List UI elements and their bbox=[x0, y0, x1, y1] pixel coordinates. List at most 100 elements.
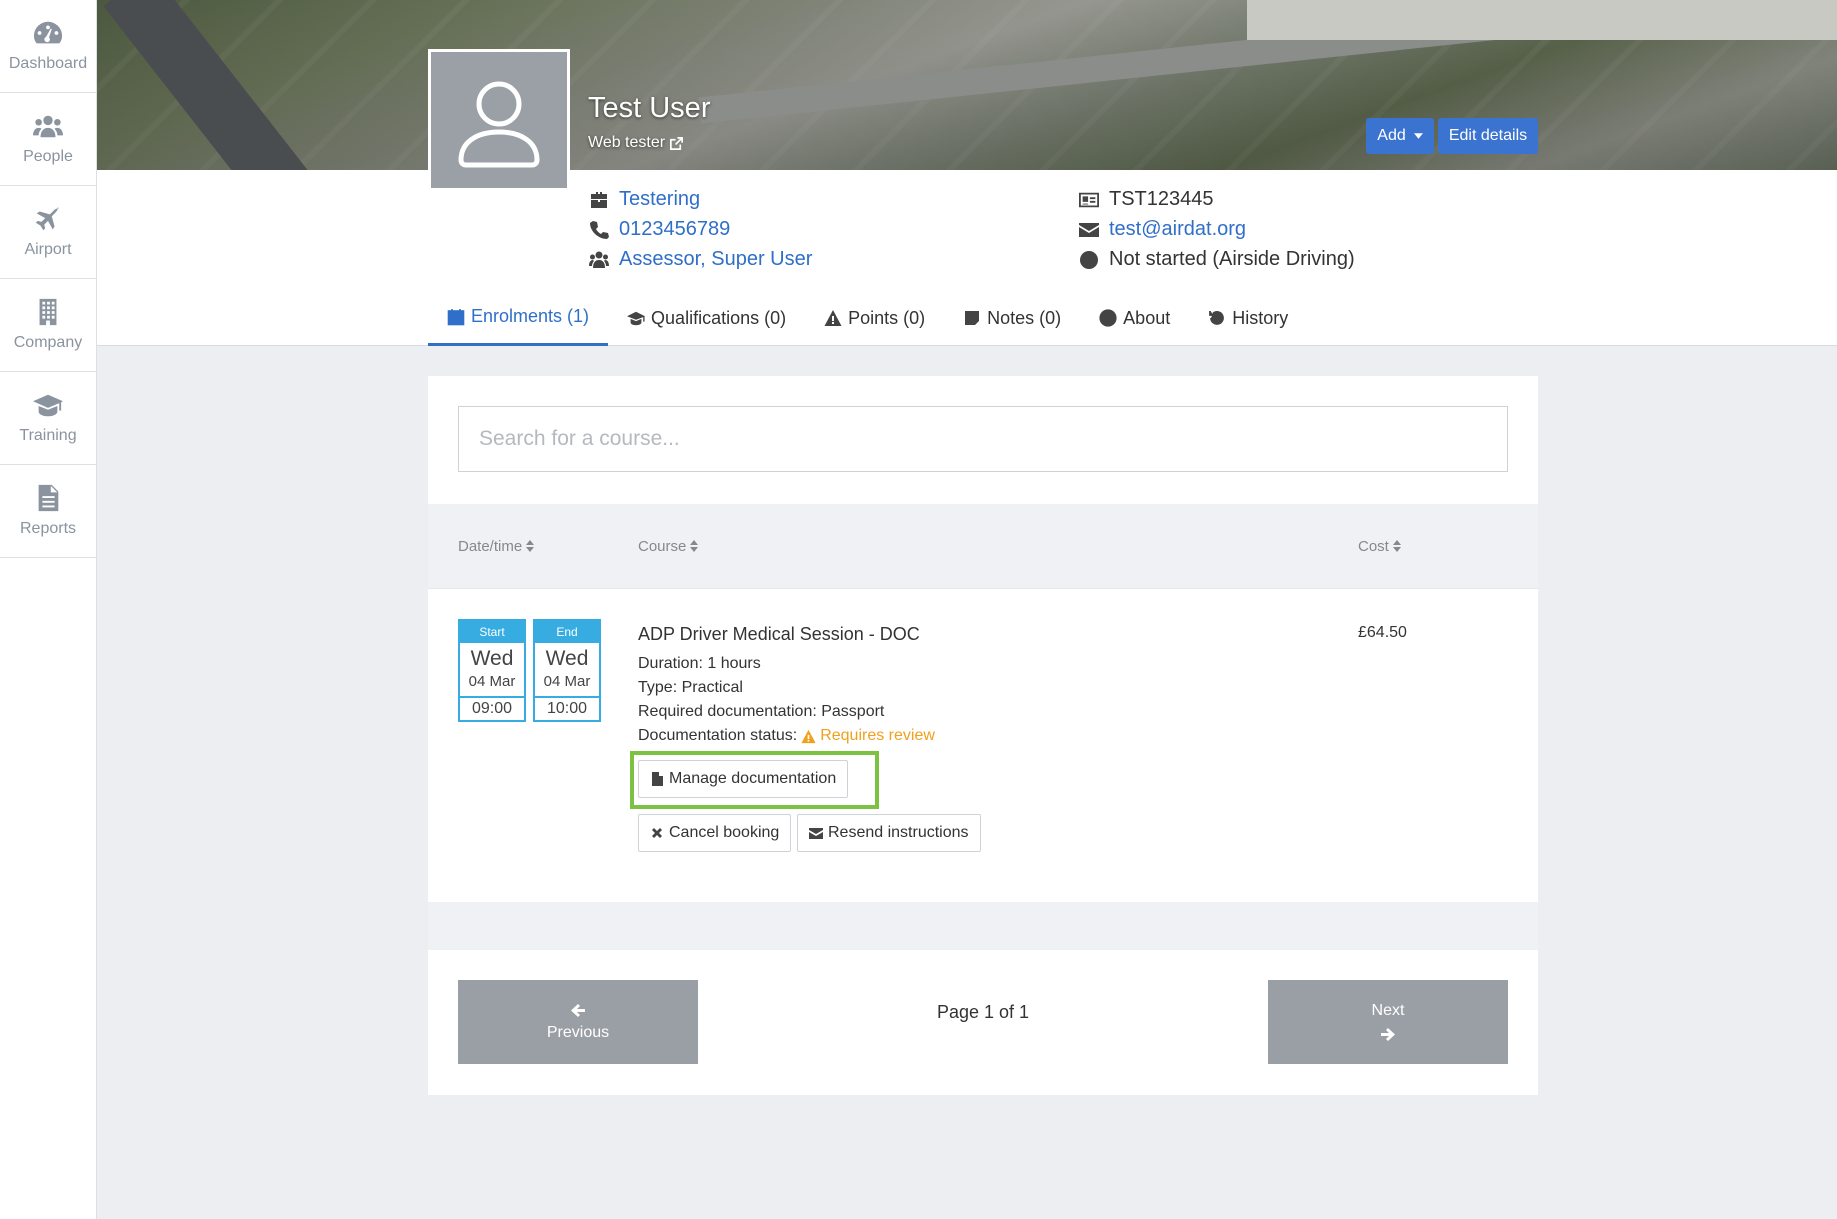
file-icon bbox=[652, 772, 663, 786]
end-date: 04 Mar bbox=[543, 673, 591, 690]
status-text: Not started (Airside Driving) bbox=[1109, 248, 1355, 270]
document-icon bbox=[38, 484, 59, 512]
groups-link[interactable]: Assessor, Super User bbox=[619, 248, 812, 271]
sidebar: Dashboard People Airport Company Trainin… bbox=[0, 0, 97, 1219]
button-label: Resend instructions bbox=[828, 824, 969, 841]
close-icon bbox=[652, 828, 662, 838]
history-icon bbox=[1209, 311, 1225, 325]
button-label: Manage documentation bbox=[669, 770, 837, 787]
arrow-right-icon bbox=[1381, 1028, 1395, 1041]
enrolments-panel: Date/time Course Cost Start Wed 04 Mar 0… bbox=[428, 376, 1538, 1095]
pagination: Previous Page 1 of 1 Next bbox=[428, 950, 1538, 1095]
user-role-link[interactable]: Web tester bbox=[588, 134, 684, 152]
tab-qualifications[interactable]: Qualifications (0) bbox=[608, 290, 805, 346]
phone-link[interactable]: 0123456789 bbox=[619, 218, 730, 241]
end-date-box: End Wed 04 Mar 10:00 bbox=[533, 619, 601, 722]
end-day: Wed bbox=[545, 647, 589, 670]
briefcase-icon bbox=[591, 191, 607, 208]
edit-details-button[interactable]: Edit details bbox=[1438, 118, 1538, 154]
table-footer-spacer bbox=[428, 902, 1538, 950]
column-header-course[interactable]: Course bbox=[638, 537, 699, 555]
add-button[interactable]: Add bbox=[1366, 118, 1434, 154]
tab-label: Notes (0) bbox=[987, 307, 1062, 328]
graduation-cap-icon bbox=[627, 311, 646, 326]
course-type: Type: Practical bbox=[638, 679, 743, 696]
resend-instructions-button[interactable]: Resend instructions bbox=[797, 814, 981, 852]
tab-history[interactable]: History bbox=[1189, 290, 1307, 346]
user-role: Web tester bbox=[588, 134, 666, 151]
email-link[interactable]: test@airdat.org bbox=[1109, 218, 1246, 241]
tab-about[interactable]: About bbox=[1080, 290, 1189, 346]
plane-icon bbox=[35, 206, 60, 231]
start-header: Start bbox=[460, 621, 524, 643]
end-header: End bbox=[535, 621, 599, 643]
doc-status-label: Documentation status: bbox=[638, 727, 798, 744]
user-name: Test User bbox=[588, 92, 711, 124]
tab-enrolments[interactable]: Enrolments (1) bbox=[428, 290, 609, 346]
envelope-icon bbox=[809, 828, 823, 839]
phone-icon bbox=[590, 220, 609, 239]
tab-label: Qualifications (0) bbox=[651, 307, 787, 328]
course-doc-status-line: Documentation status: Requires review bbox=[638, 727, 935, 745]
doc-status-value: Requires review bbox=[820, 727, 935, 744]
envelope-icon bbox=[1079, 222, 1099, 237]
cancel-booking-button[interactable]: Cancel booking bbox=[638, 814, 792, 852]
status-row: Not started (Airside Driving) bbox=[1079, 248, 1355, 271]
column-header-cost[interactable]: Cost bbox=[1358, 538, 1401, 555]
manage-documentation-button[interactable]: Manage documentation bbox=[638, 760, 849, 798]
table-row: Start Wed 04 Mar 09:00 End Wed 04 Mar 10… bbox=[428, 588, 1538, 902]
id-row: TST123445 bbox=[1079, 188, 1214, 211]
company-link[interactable]: Testering bbox=[619, 188, 700, 211]
avatar bbox=[428, 49, 570, 191]
sidebar-item-dashboard[interactable]: Dashboard bbox=[0, 0, 96, 93]
profile-tabs: Enrolments (1) Qualifications (0) Points… bbox=[428, 290, 1307, 346]
course-required-docs: Required documentation: Passport bbox=[638, 703, 885, 720]
sidebar-item-label: People bbox=[23, 148, 73, 165]
sidebar-item-airport[interactable]: Airport bbox=[0, 186, 96, 279]
tab-notes[interactable]: Notes (0) bbox=[944, 290, 1080, 346]
tab-label: History bbox=[1232, 307, 1289, 328]
tab-points[interactable]: Points (0) bbox=[805, 290, 944, 346]
sidebar-item-label: Reports bbox=[19, 520, 77, 537]
sidebar-item-reports[interactable]: Reports bbox=[0, 465, 96, 558]
button-label: Cancel booking bbox=[669, 824, 780, 841]
button-label: Next bbox=[1371, 1002, 1405, 1019]
button-label: Previous bbox=[546, 1024, 610, 1041]
graduation-cap-icon bbox=[33, 394, 63, 417]
start-date-box: Start Wed 04 Mar 09:00 bbox=[458, 619, 526, 722]
warning-icon bbox=[824, 310, 842, 326]
groups-row: Assessor, Super User bbox=[589, 248, 812, 271]
start-day: Wed bbox=[470, 647, 514, 670]
course-cost: £64.50 bbox=[1358, 624, 1407, 641]
add-button-label: Add bbox=[1377, 127, 1406, 144]
status-dot-icon bbox=[1080, 250, 1098, 269]
next-button[interactable]: Next bbox=[1268, 980, 1508, 1064]
dashboard-icon bbox=[33, 21, 63, 44]
people-icon bbox=[33, 115, 63, 138]
caret-down-icon bbox=[1413, 133, 1423, 139]
user-circle-icon bbox=[1099, 309, 1117, 327]
sidebar-item-training[interactable]: Training bbox=[0, 372, 96, 465]
sort-icon bbox=[1392, 540, 1401, 552]
search-wrap bbox=[428, 376, 1538, 504]
column-label: Cost bbox=[1358, 537, 1389, 555]
column-header-datetime[interactable]: Date/time bbox=[458, 537, 535, 555]
calendar-check-icon bbox=[447, 308, 465, 325]
sidebar-item-label: Company bbox=[13, 334, 83, 351]
sidebar-item-company[interactable]: Company bbox=[0, 279, 96, 372]
people-icon bbox=[589, 251, 609, 268]
profile-banner bbox=[97, 0, 1837, 170]
course-search-input[interactable] bbox=[458, 406, 1508, 472]
column-label: Course bbox=[638, 537, 687, 555]
sidebar-item-label: Dashboard bbox=[8, 55, 88, 72]
course-duration: Duration: 1 hours bbox=[638, 655, 761, 672]
sidebar-item-people[interactable]: People bbox=[0, 93, 96, 186]
email-row: test@airdat.org bbox=[1079, 218, 1246, 241]
building-icon bbox=[39, 298, 57, 326]
course-title: ADP Driver Medical Session - DOC bbox=[638, 624, 920, 644]
sort-icon bbox=[526, 540, 535, 552]
sidebar-item-label: Airport bbox=[24, 241, 72, 258]
end-time: 10:00 bbox=[535, 696, 599, 720]
column-label: Date/time bbox=[458, 537, 523, 555]
id-card-icon bbox=[1079, 192, 1099, 207]
